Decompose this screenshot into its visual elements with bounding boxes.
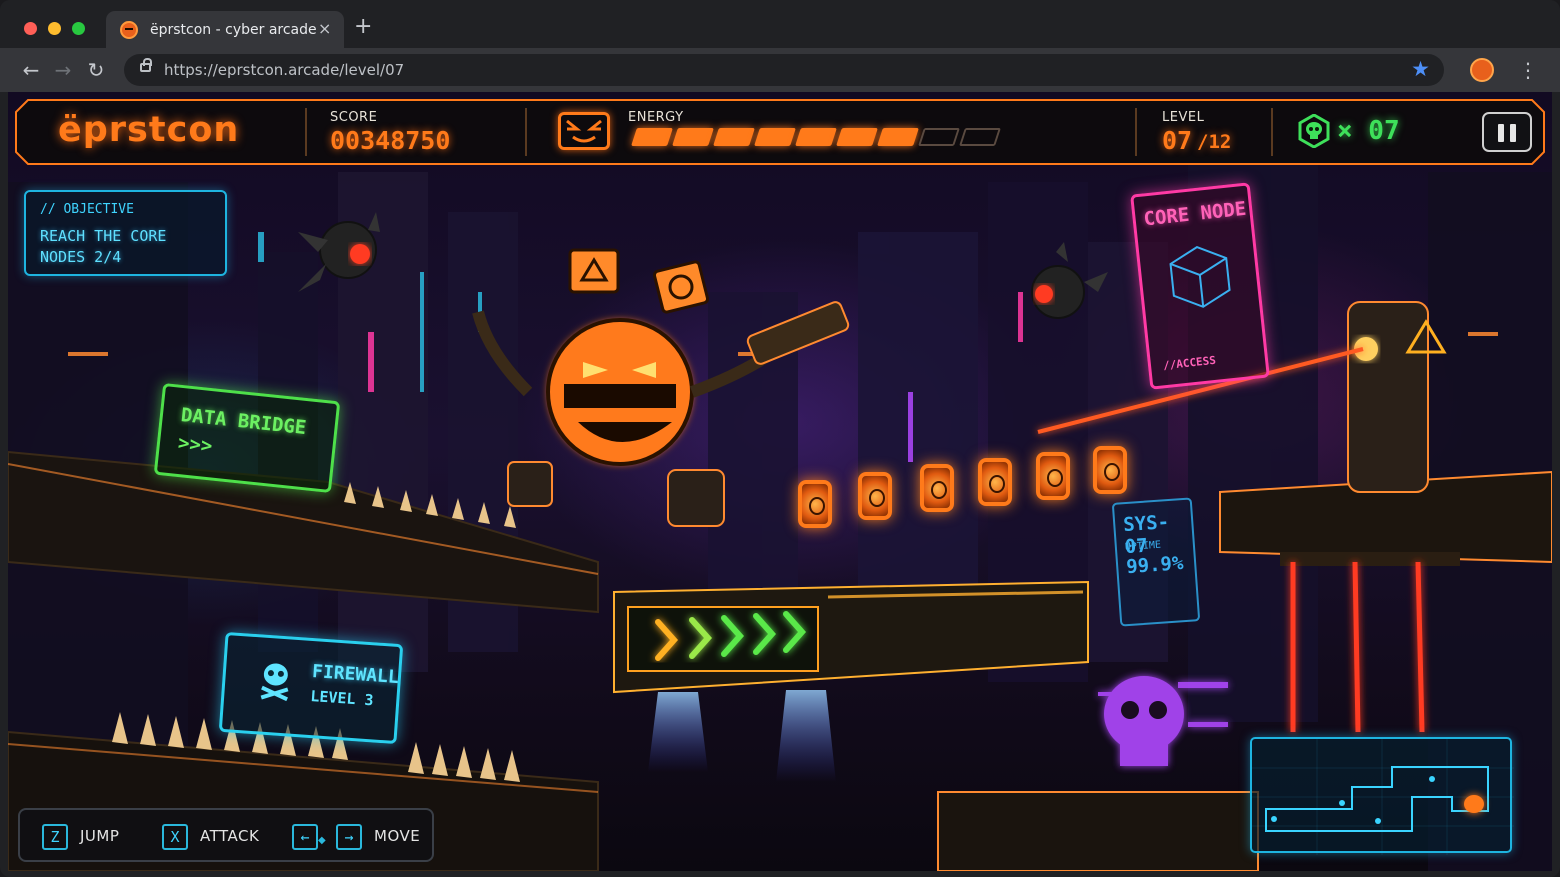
green-skull-icon bbox=[1298, 114, 1330, 148]
game-viewport[interactable]: DATA BRIDGE >>> FIREWALL LEVEL 3 CORE NO… bbox=[8, 92, 1552, 871]
level-label: LEVEL bbox=[1162, 110, 1205, 125]
bookmark-star-icon[interactable]: ★ bbox=[1411, 57, 1430, 81]
core-node-access: //ACCESS bbox=[1162, 353, 1217, 373]
data-bridge-arrows: >>> bbox=[176, 431, 214, 458]
energy-label: ENERGY bbox=[628, 110, 684, 125]
firewall-sign: FIREWALL LEVEL 3 bbox=[218, 631, 404, 745]
key-x[interactable]: X bbox=[162, 824, 188, 850]
objective-text: REACH THE CORE NODES 2/4 bbox=[40, 227, 167, 266]
firewall-level: LEVEL 3 bbox=[309, 687, 375, 710]
address-bar[interactable]: https://eprstcon.arcade/level/07 ★ bbox=[124, 54, 1444, 86]
core-node-title: CORE NODE bbox=[1142, 197, 1248, 231]
sys-uptime-value: 99.9% bbox=[1125, 552, 1185, 579]
url-text[interactable]: https://eprstcon.arcade/level/07 bbox=[164, 61, 404, 79]
controls-legend: Z JUMP X ATTACK ← ◆ → MOVE bbox=[18, 808, 434, 862]
tab-close-icon[interactable]: × bbox=[318, 19, 331, 38]
wireframe-cube-icon bbox=[1169, 245, 1231, 308]
data-coin bbox=[858, 472, 892, 520]
tab-title: ëprstcon - cyber arcade bbox=[150, 22, 317, 38]
energy-segment-empty bbox=[959, 128, 1001, 146]
extension-mascot-icon[interactable] bbox=[1470, 58, 1494, 82]
reload-button[interactable]: ↻ bbox=[82, 56, 110, 84]
data-coin bbox=[978, 458, 1012, 506]
back-button[interactable]: ← bbox=[17, 56, 45, 84]
jump-label: JUMP bbox=[80, 827, 120, 845]
energy-segment-filled bbox=[795, 128, 837, 146]
key-z[interactable]: Z bbox=[42, 824, 68, 850]
data-coin bbox=[798, 480, 832, 528]
game-logo: ëprstcon bbox=[58, 110, 240, 150]
new-tab-button[interactable]: + bbox=[354, 16, 372, 38]
tab-strip: ëprstcon - cyber arcade × + bbox=[0, 0, 1560, 48]
browser-menu-icon[interactable]: ⋮ bbox=[1518, 58, 1538, 82]
browser-window: ëprstcon - cyber arcade × + ← → ↻ https:… bbox=[0, 0, 1560, 877]
data-coin bbox=[1036, 452, 1070, 500]
key-right[interactable]: → bbox=[336, 824, 362, 850]
core-node-sign: CORE NODE //ACCESS bbox=[1130, 182, 1270, 390]
data-coin bbox=[1093, 446, 1127, 494]
lives-count: × 07 bbox=[1337, 116, 1400, 146]
energy-segment-filled bbox=[672, 128, 714, 146]
game-hud: ëprstcon SCORE 00348750 ENERGY LEVEL 07 … bbox=[14, 98, 1546, 166]
key-left[interactable]: ← bbox=[292, 824, 318, 850]
energy-segment-filled bbox=[877, 128, 919, 146]
firewall-title: FIREWALL bbox=[311, 661, 400, 689]
attack-label: ATTACK bbox=[200, 827, 260, 845]
sys-status-sign: SYS-07 UPTIME 99.9% bbox=[1111, 497, 1201, 627]
browser-toolbar: ← → ↻ https://eprstcon.arcade/level/07 ★… bbox=[0, 48, 1560, 92]
minimize-window-button[interactable] bbox=[48, 22, 61, 35]
tab-favicon-icon bbox=[120, 21, 138, 39]
browser-tab[interactable]: ëprstcon - cyber arcade × bbox=[106, 11, 344, 48]
energy-bar bbox=[626, 128, 1001, 150]
level-total: /12 bbox=[1197, 131, 1232, 153]
maximize-window-button[interactable] bbox=[72, 22, 85, 35]
data-bridge-sign: DATA BRIDGE >>> bbox=[153, 382, 341, 494]
objective-header: // OBJECTIVE bbox=[40, 202, 134, 217]
objective-panel: // OBJECTIVE REACH THE CORE NODES 2/4 bbox=[24, 190, 227, 276]
energy-segment-filled bbox=[631, 128, 673, 146]
energy-segment-filled bbox=[836, 128, 878, 146]
data-coin bbox=[920, 464, 954, 512]
pause-button[interactable] bbox=[1482, 112, 1532, 152]
minimap[interactable] bbox=[1250, 737, 1514, 855]
minimap-player-icon bbox=[1464, 795, 1484, 813]
move-label: MOVE bbox=[374, 827, 421, 845]
forward-button[interactable]: → bbox=[49, 56, 77, 84]
level-current: 07 bbox=[1162, 126, 1193, 155]
score-label: SCORE bbox=[330, 110, 378, 125]
energy-segment-filled bbox=[754, 128, 796, 146]
skull-crossbones-icon bbox=[260, 663, 289, 702]
energy-segment-filled bbox=[713, 128, 755, 146]
key-divider-icon: ◆ bbox=[318, 835, 326, 846]
close-window-button[interactable] bbox=[24, 22, 37, 35]
angry-e-mascot-icon bbox=[558, 112, 610, 150]
lock-icon bbox=[140, 58, 152, 72]
energy-segment-empty bbox=[918, 128, 960, 146]
score-value: 00348750 bbox=[330, 126, 451, 155]
